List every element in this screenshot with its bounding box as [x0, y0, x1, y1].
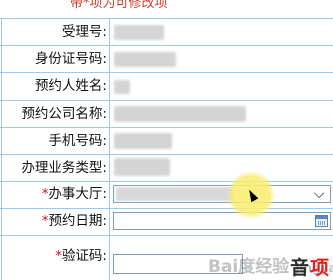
row-divider — [0, 208, 333, 209]
row-divider — [0, 18, 333, 19]
label-mobile-number: 手机号码: — [48, 133, 107, 149]
calendar-icon[interactable] — [315, 215, 328, 227]
service-hall-select[interactable]: ⌵ — [113, 185, 331, 203]
label-business-type: 办理业务类型: — [21, 160, 107, 176]
id-number-value — [114, 52, 176, 67]
label-captcha: *验证码: — [55, 248, 107, 264]
label-id-number: 身份证号码: — [34, 51, 107, 67]
row-divider — [0, 181, 333, 182]
label-service-hall: *办事大厅: — [41, 186, 107, 202]
appointment-form: 带*项为可修改项 受理号: 身份证号码: 预约人姓名: 预约公司名称: 手机号码… — [0, 0, 333, 280]
row-divider — [0, 235, 333, 236]
applicant-name-value — [114, 80, 130, 94]
row-divider — [0, 154, 333, 155]
acceptance-number-value — [114, 25, 164, 40]
form-notice: 带*项为可修改项 — [70, 0, 168, 11]
company-name-value — [114, 106, 246, 122]
chevron-down-icon[interactable]: ⌵ — [312, 186, 326, 202]
label-acceptance-number: 受理号: — [61, 24, 107, 40]
label-company-name: 预约公司名称: — [21, 106, 107, 122]
label-appointment-date: *预约日期: — [41, 213, 107, 229]
corner-char-left: 音 — [290, 257, 310, 279]
row-divider — [0, 72, 333, 73]
column-divider — [1, 18, 2, 280]
appointment-date-input[interactable] — [113, 212, 331, 230]
row-divider — [0, 127, 333, 128]
business-type-value — [114, 158, 170, 176]
service-hall-selected-value — [116, 187, 234, 201]
row-divider — [0, 45, 333, 46]
column-divider — [109, 18, 110, 280]
mobile-number-value — [114, 133, 172, 149]
corner-char-right: 项 — [310, 257, 330, 279]
row-divider — [0, 100, 333, 101]
label-applicant-name: 预约人姓名: — [34, 78, 107, 94]
